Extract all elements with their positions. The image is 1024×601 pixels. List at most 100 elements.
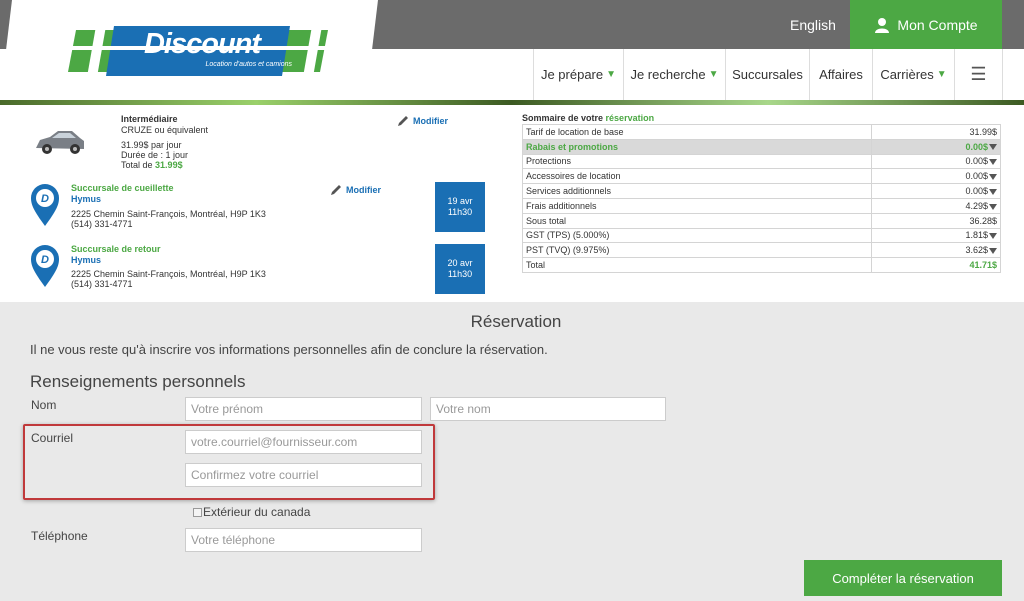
email-label: Courriel	[31, 431, 74, 445]
dropoff-address: 2225 Chemin Saint-François, Montréal, H9…	[71, 269, 266, 279]
pencil-icon	[331, 185, 341, 195]
pickup-date: 19 avr	[447, 196, 473, 206]
summary-value: 0.00$	[871, 183, 1001, 199]
pickup-title: Succursale de cueillette	[71, 183, 174, 193]
summary-label: Services additionnels	[521, 183, 873, 199]
modify-branch-link[interactable]: Modifier	[329, 183, 381, 197]
svg-text:D: D	[41, 254, 49, 266]
nav-succursales[interactable]: Succursales	[725, 49, 809, 100]
vehicle-duration: Durée de : 1 jour	[121, 150, 189, 160]
caret-down-icon[interactable]	[989, 188, 997, 195]
intro-text: Il ne vous reste qu'à inscrire vos infor…	[30, 342, 548, 357]
nav-je-prepare[interactable]: Je prépare ▼	[533, 49, 623, 100]
summary-row[interactable]: PST (TVQ) (9.975%) 3.62$	[521, 242, 1001, 259]
summary-row: Sous total 36.28$	[521, 212, 1001, 229]
summary-label: GST (TPS) (5.000%)	[521, 227, 873, 244]
section-title: Renseignements personnels	[30, 372, 246, 391]
summary-row[interactable]: Frais additionnels 4.29$	[521, 197, 1001, 214]
summary-label: Sous total	[521, 212, 873, 229]
summary-label: Frais additionnels	[521, 197, 873, 214]
summary-value: 0.00$	[871, 168, 1001, 185]
caret-down-icon[interactable]	[989, 203, 997, 210]
summary-value: 1.81$	[871, 227, 1001, 244]
summary-label: Total	[521, 257, 873, 273]
summary-row[interactable]: Protections 0.00$	[521, 153, 1001, 170]
chevron-down-icon: ▼	[708, 69, 719, 80]
summary-row[interactable]: Services additionnels 0.00$	[521, 183, 1001, 199]
phone-label: Téléphone	[31, 529, 88, 543]
account-button[interactable]: Mon Compte	[850, 0, 1002, 49]
outside-canada-option[interactable]: Extérieur du canada	[193, 505, 310, 519]
summary-label: PST (TVQ) (9.975%)	[521, 242, 873, 259]
pickup-name: Hymus	[71, 194, 102, 204]
modify-label: Modifier	[346, 185, 381, 195]
caret-down-icon[interactable]	[989, 247, 997, 254]
summary-title-b: réservation	[605, 113, 655, 123]
caret-down-icon[interactable]	[989, 159, 997, 166]
logo-tagline: Location d'autos et camions	[205, 61, 292, 68]
complete-reservation-button[interactable]: Compléter la réservation	[804, 560, 1002, 596]
first-name-input[interactable]: Votre prénom	[185, 397, 422, 421]
modify-vehicle-link[interactable]: Modifier	[396, 114, 448, 128]
vehicle-total-value: 31.99$	[155, 160, 183, 170]
nav-label: Carrières	[880, 67, 934, 82]
summary-label: Tarif de location de base	[521, 124, 873, 140]
english-link[interactable]: English	[790, 17, 836, 33]
chevron-down-icon: ▼	[606, 69, 617, 80]
outside-canada-checkbox[interactable]	[193, 507, 202, 517]
summary-value: 3.62$	[871, 242, 1001, 259]
summary-row: Tarif de location de base 31.99$	[521, 124, 1001, 140]
logo-text: Discount	[143, 28, 261, 60]
vehicle-price: 31.99$ par jour	[121, 140, 182, 150]
pickup-address: 2225 Chemin Saint-François, Montréal, H9…	[71, 209, 266, 219]
summary-row[interactable]: GST (TPS) (5.000%) 1.81$	[521, 227, 1001, 244]
outside-canada-label: Extérieur du canada	[203, 505, 311, 519]
pickup-time: 11h30	[447, 207, 473, 217]
phone-input[interactable]: Votre téléphone	[185, 528, 422, 552]
nav-je-recherche[interactable]: Je recherche ▼	[623, 49, 725, 100]
vehicle-class: Intermédiaire	[121, 114, 178, 124]
user-icon	[875, 17, 890, 33]
modify-label: Modifier	[413, 116, 448, 126]
dropoff-date-box[interactable]: 20 avr 11h30	[435, 244, 485, 294]
summary-total-value: 41.71$	[871, 257, 1001, 273]
location-pin-icon: D	[31, 245, 59, 287]
last-name-input[interactable]: Votre nom	[430, 397, 666, 421]
pencil-icon	[398, 116, 408, 126]
summary-title: Sommaire de votre réservation	[522, 113, 654, 123]
caret-down-icon[interactable]	[989, 173, 997, 180]
dropoff-time: 11h30	[447, 269, 473, 279]
summary-row: Total 41.71$	[521, 257, 1001, 273]
summary-row[interactable]: Rabais et promotions 0.00$	[521, 138, 1001, 155]
pickup-phone: (514) 331-4771	[71, 219, 133, 229]
nav-label: Je prépare	[540, 67, 604, 82]
reservation-heading: Réservation	[470, 312, 562, 331]
nav-affaires[interactable]: Affaires	[809, 49, 872, 100]
vehicle-model: CRUZE ou équivalent	[121, 125, 209, 135]
email-confirm-input[interactable]: Confirmez votre courriel	[185, 463, 422, 487]
summary-value: 0.00$	[871, 153, 1001, 170]
caret-down-icon[interactable]	[989, 233, 997, 240]
vehicle-total: Total de 31.99$	[121, 160, 183, 170]
dropoff-phone: (514) 331-4771	[71, 279, 133, 289]
summary-value: 0.00$	[871, 138, 1001, 155]
nav-label: Je recherche	[630, 67, 706, 82]
location-pin-icon: D	[31, 184, 59, 226]
dropoff-date: 20 avr	[447, 258, 473, 268]
email-input[interactable]: votre.courriel@fournisseur.com	[185, 430, 422, 454]
nav-label: Succursales	[732, 67, 803, 82]
caret-down-icon[interactable]	[989, 144, 997, 151]
summary-table: Tarif de location de base 31.99$ Rabais e…	[521, 124, 1001, 273]
hamburger-menu-icon[interactable]: ☰	[954, 49, 1003, 100]
dropoff-title: Succursale de retour	[71, 244, 161, 254]
nav-label: Affaires	[819, 67, 863, 82]
summary-value: 31.99$	[871, 124, 1001, 140]
car-image	[36, 131, 84, 154]
nav-carrieres[interactable]: Carrières ▼	[872, 49, 954, 100]
summary-row[interactable]: Accessoires de location 0.00$	[521, 168, 1001, 185]
pickup-date-box[interactable]: 19 avr 11h30	[435, 182, 485, 232]
summary-label: Rabais et promotions	[521, 138, 873, 155]
summary-label: Protections	[521, 153, 873, 170]
name-label: Nom	[31, 398, 57, 412]
dropoff-name: Hymus	[71, 255, 102, 265]
